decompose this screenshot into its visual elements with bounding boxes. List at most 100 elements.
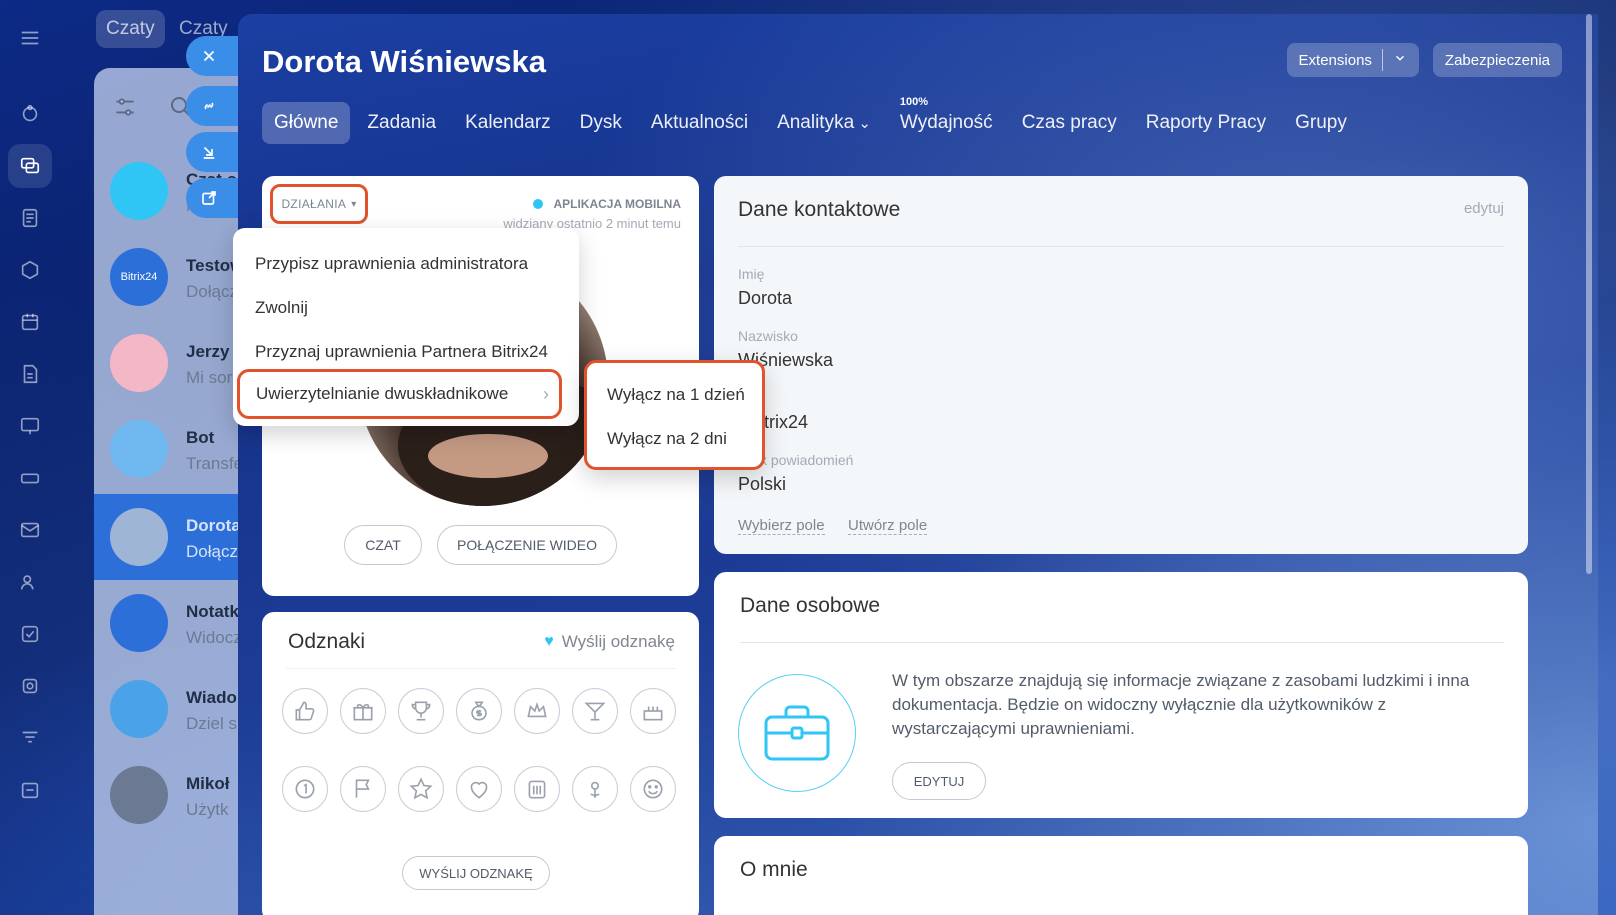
header-actions: Extensions Zabezpieczenia <box>1286 43 1562 77</box>
tab-aktualności[interactable]: Aktualności <box>639 102 760 144</box>
contact-edit-link[interactable]: edytuj <box>1464 200 1504 217</box>
briefcase-icon <box>738 674 856 792</box>
chat-name: Mikoł <box>186 774 230 793</box>
notification-language-label: k powiadomień <box>760 452 854 468</box>
avatar <box>110 162 168 220</box>
edit-personal-button[interactable]: EDYTUJ <box>892 762 986 800</box>
apps-icon[interactable] <box>8 664 52 708</box>
actions-label: DZIAŁANIA <box>281 197 347 211</box>
number-one-icon[interactable] <box>282 766 328 812</box>
gift-icon[interactable] <box>340 688 386 734</box>
choose-field-link[interactable]: Wybierz pole <box>738 517 825 535</box>
tab-chats[interactable]: Czaty <box>96 10 165 48</box>
cake-icon[interactable] <box>630 688 676 734</box>
heart-icon[interactable] <box>456 766 502 812</box>
page-title: Dorota Wiśniewska <box>262 44 546 79</box>
tab-zadania[interactable]: Zadania <box>355 102 448 144</box>
star-icon[interactable] <box>398 766 444 812</box>
actions-menu: Przypisz uprawnienia administratora Zwol… <box>233 228 579 426</box>
avatar <box>110 420 168 478</box>
scrollbar[interactable] <box>1586 14 1592 574</box>
tab-dysk[interactable]: Dysk <box>568 102 634 144</box>
filter-settings-icon[interactable] <box>112 94 138 125</box>
trophy-icon[interactable] <box>398 688 444 734</box>
flower-icon[interactable] <box>572 766 618 812</box>
submenu-disable-2-days[interactable]: Wyłącz na 2 dni <box>607 429 727 449</box>
tab-label: Analityka <box>777 112 855 133</box>
chevron-down-icon[interactable] <box>1393 51 1407 69</box>
tab-kalendarz[interactable]: Kalendarz <box>453 102 563 144</box>
tasks-icon[interactable] <box>8 612 52 656</box>
avatar <box>110 334 168 392</box>
drive-icon[interactable] <box>8 456 52 500</box>
tab-superscript: 100% <box>899 96 929 108</box>
users-icon[interactable] <box>8 560 52 604</box>
tab-raporty-pracy[interactable]: Raporty Pracy <box>1134 102 1278 144</box>
tab-analityka[interactable]: Analityka ⌄ <box>765 102 883 144</box>
tab-label: Czas pracy <box>1021 112 1117 133</box>
filter-icon[interactable] <box>8 716 52 760</box>
thumbs-up-icon[interactable] <box>282 688 328 734</box>
cocktail-icon[interactable] <box>572 688 618 734</box>
copy-link-button[interactable] <box>186 86 238 126</box>
calendar-icon[interactable] <box>514 766 560 812</box>
menu-icon[interactable] <box>8 16 52 60</box>
menu-item-partner-rights[interactable]: Przyznaj uprawnienia Partnera Bitrix24 <box>255 342 548 362</box>
divider <box>286 668 676 669</box>
schedule-icon[interactable] <box>8 768 52 812</box>
tab-label: Główne <box>274 112 339 133</box>
flag-icon[interactable] <box>340 766 386 812</box>
chat-snippet: Transfe <box>186 454 244 473</box>
personal-data-title: Dane osobowe <box>740 594 881 617</box>
online-dot-icon <box>533 199 544 209</box>
board-icon[interactable] <box>8 404 52 448</box>
avatar <box>110 680 168 738</box>
calendar-icon[interactable] <box>8 300 52 344</box>
chevron-down-icon: ▾ <box>351 198 357 210</box>
smile-icon[interactable] <box>630 766 676 812</box>
chat-snippet: Widocz <box>186 628 242 647</box>
hexagon-icon[interactable] <box>8 248 52 292</box>
tab-label: Wydajność <box>899 112 993 133</box>
chevron-down-icon: ⌄ <box>854 115 871 132</box>
heart-icon: ♥ <box>544 633 554 650</box>
extensions-button[interactable]: Extensions <box>1286 43 1419 77</box>
submenu-disable-1-day[interactable]: Wyłącz na 1 dzień <box>607 385 745 405</box>
contact-title: Dane kontaktowe <box>738 198 901 221</box>
feed-icon[interactable] <box>8 92 52 136</box>
mail-icon[interactable] <box>8 508 52 552</box>
close-slider-button[interactable] <box>186 36 238 76</box>
profile-slider: Dorota Wiśniewska Extensions Zabezpiecze… <box>238 14 1598 915</box>
send-badge-button[interactable]: WYŚLIJ ODZNAKĘ <box>402 856 550 890</box>
menu-item-dismiss[interactable]: Zwolnij <box>255 298 308 318</box>
tab-wydajność[interactable]: 100% Wydajność <box>888 96 1005 144</box>
send-badge-link-label: Wyślij odznakę <box>561 632 675 651</box>
menu-item-two-factor[interactable]: Uwierzytelnianie dwuskładnikowe › <box>237 369 562 419</box>
menu-item-assign-admin[interactable]: Przypisz uprawnienia administratora <box>255 254 528 274</box>
money-bag-icon[interactable] <box>456 688 502 734</box>
chat-button[interactable]: CZAT <box>344 525 422 565</box>
actions-dropdown-button[interactable]: DZIAŁANIA ▾ <box>270 184 368 224</box>
tab-grupy[interactable]: Grupy <box>1283 102 1359 144</box>
security-button[interactable]: Zabezpieczenia <box>1432 43 1562 77</box>
documents-icon[interactable] <box>8 196 52 240</box>
chat-snippet: Dołącz <box>186 282 238 301</box>
open-new-window-button[interactable] <box>186 178 238 218</box>
tab-czas-pracy[interactable]: Czas pracy <box>1010 102 1129 144</box>
file-icon[interactable] <box>8 352 52 396</box>
chat-snippet: Użytk <box>186 800 229 819</box>
avatar: Bitrix24 <box>110 248 168 306</box>
notification-language-value: Polski <box>738 474 787 494</box>
chats-icon[interactable] <box>8 144 52 188</box>
last-name-label: Nazwisko <box>738 328 798 344</box>
video-call-button[interactable]: POŁĄCZENIE WIDEO <box>437 525 617 565</box>
left-navigation <box>0 0 60 915</box>
divider <box>740 642 1504 643</box>
create-field-link[interactable]: Utwórz pole <box>848 517 928 535</box>
minimize-button[interactable] <box>186 132 238 172</box>
badge-grid <box>282 688 676 812</box>
tab-główne[interactable]: Główne <box>262 102 351 144</box>
about-title: O mnie <box>740 858 808 881</box>
crown-icon[interactable] <box>514 688 560 734</box>
send-badge-link[interactable]: ♥ Wyślij odznakę <box>544 632 675 652</box>
